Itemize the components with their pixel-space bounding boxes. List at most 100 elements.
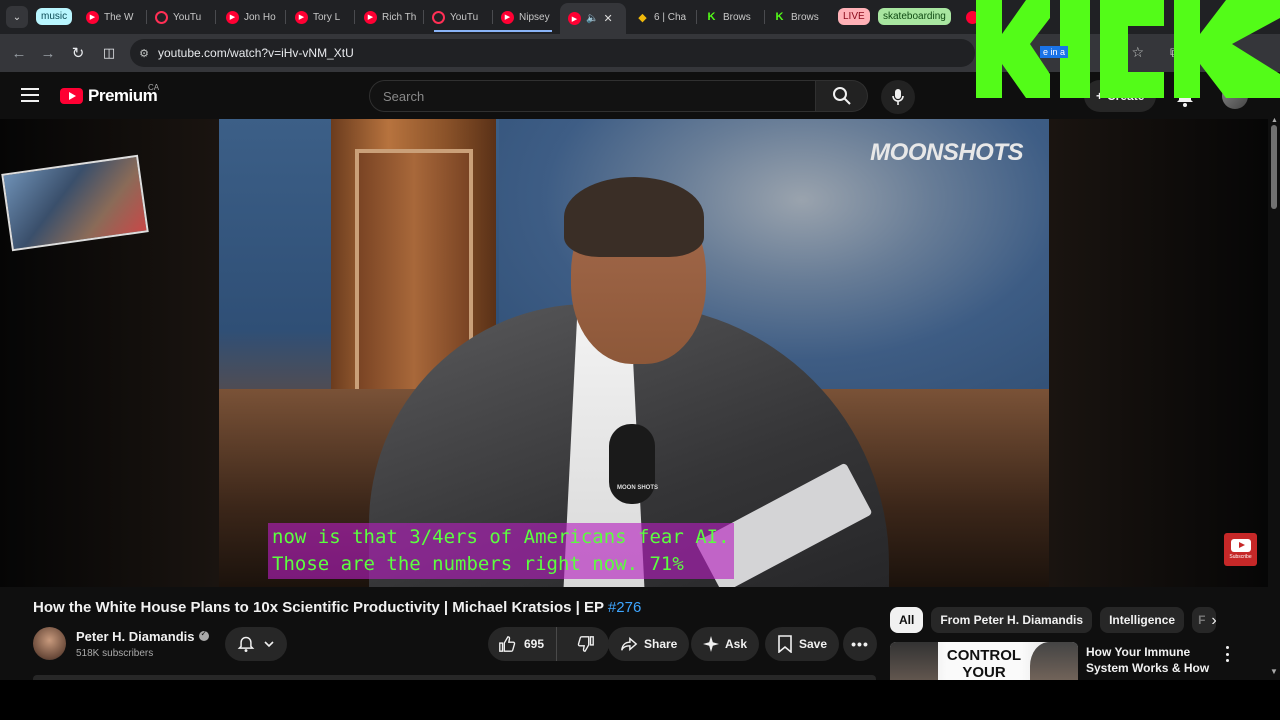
binance-icon: ◆ <box>638 11 647 24</box>
browser-tab[interactable]: ◆ 6 | Cha <box>636 5 690 29</box>
kick-icon: K <box>707 11 716 23</box>
back-icon[interactable]: ← <box>9 43 29 63</box>
player-side-fill <box>1049 119 1268 587</box>
recommended-video-title[interactable]: How Your Immune System Works & How t... <box>1086 644 1222 680</box>
verified-badge-icon <box>198 629 209 641</box>
kick-logo-overlay: e in a <box>976 0 1280 98</box>
like-button[interactable]: 695 <box>488 627 558 661</box>
tab-separator <box>423 10 424 24</box>
browser-tab[interactable]: K Brows <box>705 5 757 29</box>
scroll-up-arrow-icon[interactable]: ▲ <box>1271 117 1278 124</box>
browser-tab[interactable]: ▶ Nipsey <box>501 5 553 29</box>
episode-hashtag-link[interactable]: #276 <box>608 599 641 616</box>
share-button[interactable]: Share <box>608 627 690 661</box>
browser-tab[interactable]: YouTu <box>155 5 209 29</box>
browser-tab[interactable]: YouTu <box>432 5 486 29</box>
tab-search-chevron-icon[interactable]: ⌄ <box>6 6 28 28</box>
tab-separator <box>354 10 355 24</box>
microphone-icon <box>892 89 904 105</box>
captions: now is that 3/4ers of Americans fear AI.… <box>268 523 734 581</box>
like-dislike-group: 695 <box>488 627 610 661</box>
voice-search-button[interactable] <box>881 80 915 114</box>
chevron-down-icon <box>264 641 274 648</box>
subscriber-count: 518K subscribers <box>76 648 154 659</box>
ask-button[interactable]: Ask <box>691 627 760 661</box>
youtube-music-icon <box>155 10 168 24</box>
watch-metadata: How the White House Plans to 10x Scienti… <box>0 587 1268 680</box>
url-text: youtube.com/watch?v=iHv-vNM_XtU <box>158 46 354 60</box>
channel-watermark: MOONSHOTS <box>870 139 1023 166</box>
youtube-music-icon <box>432 10 445 24</box>
chip-intelligence[interactable]: Intelligence <box>1100 607 1185 633</box>
browser-tab[interactable]: ▶ The W <box>86 5 138 29</box>
caption-line: Those are the numbers right now. 71% <box>272 553 684 575</box>
chevron-right-icon[interactable]: › <box>1202 610 1226 632</box>
tab-group-music[interactable]: music <box>36 8 73 25</box>
more-actions-button[interactable]: ••• <box>843 627 877 661</box>
speaker-hair <box>564 177 704 257</box>
bookmark-icon <box>778 635 792 653</box>
related-filter-chips: All From Peter H. Diamandis Intelligence… <box>890 607 1217 633</box>
video-player[interactable]: MOONSHOTS MOON SHOTS now is that 3/4ers … <box>0 119 1268 587</box>
share-icon <box>621 637 638 651</box>
split-view-icon[interactable]: ◫ <box>99 43 119 63</box>
youtube-icon: ▶ <box>364 10 377 24</box>
tab-group-skateboarding[interactable]: skateboarding <box>878 8 951 25</box>
kick-icon: K <box>775 11 784 23</box>
channel-avatar[interactable] <box>33 627 66 660</box>
search-input[interactable] <box>370 81 815 111</box>
browser-tab[interactable]: ▶ Tory L <box>295 5 347 29</box>
page-scrollbar[interactable]: ▲ ▼ <box>1268 117 1280 680</box>
microphone-label: MOON SHOTS <box>617 485 659 491</box>
tab-close-icon[interactable]: ✕ <box>603 12 612 25</box>
caption-line: now is that 3/4ers of Americans fear AI. <box>272 526 730 548</box>
browser-tab[interactable]: ▶ Jon Ho <box>226 5 278 29</box>
kebab-menu-icon[interactable] <box>1221 646 1233 662</box>
reload-icon[interactable]: ↻ <box>68 43 88 63</box>
site-info-icon[interactable]: ⚙ <box>130 47 158 60</box>
search-button[interactable] <box>816 80 868 112</box>
address-bar[interactable]: ⚙ youtube.com/watch?v=iHv-vNM_XtU <box>130 39 975 67</box>
speaker-icon[interactable]: 🔈 <box>586 13 598 24</box>
youtube-icon: ▶ <box>501 10 514 24</box>
browser-tab[interactable]: ▶ Rich Th <box>364 5 416 29</box>
tab-separator <box>146 10 147 24</box>
youtube-premium-logo[interactable]: Premium CA <box>60 83 160 106</box>
region-code: CA <box>148 83 160 92</box>
tab-separator <box>696 10 697 24</box>
channel-name[interactable]: Peter H. Diamandis <box>76 629 209 644</box>
dislike-button[interactable] <box>563 627 609 661</box>
thumbs-up-icon <box>499 636 516 652</box>
youtube-icon: ▶ <box>295 10 308 24</box>
tab-separator <box>285 10 286 24</box>
scroll-down-arrow-icon[interactable]: ▼ <box>1270 667 1278 676</box>
chip-from-channel[interactable]: From Peter H. Diamandis <box>931 607 1093 633</box>
search-icon <box>832 87 851 105</box>
search-box <box>369 80 816 112</box>
video-title: How the White House Plans to 10x Scienti… <box>33 599 642 616</box>
thumbs-down-icon <box>577 636 594 652</box>
thumbnail-person-left <box>890 642 938 680</box>
save-button[interactable]: Save <box>765 627 840 661</box>
tab-group-live[interactable]: LIVE <box>838 8 870 25</box>
tab-separator <box>215 10 216 24</box>
like-count: 695 <box>524 637 545 651</box>
notification-settings-button[interactable] <box>225 627 287 661</box>
youtube-icon: ▶ <box>226 10 239 24</box>
guide-menu-icon[interactable] <box>21 88 39 102</box>
forward-icon[interactable]: → <box>38 43 58 63</box>
chip-all[interactable]: All <box>890 607 924 633</box>
tab-group-underline <box>434 30 552 32</box>
browser-tab[interactable]: K Brows <box>773 5 825 29</box>
subscribe-watermark-button[interactable]: Subscribe <box>1224 533 1257 566</box>
sparkle-icon <box>703 636 719 652</box>
scrollbar-thumb[interactable] <box>1271 125 1277 209</box>
active-browser-tab[interactable]: ▶ 🔈 ✕ <box>560 3 626 34</box>
youtube-subscribe-icon <box>1230 539 1251 552</box>
kick-letters-graphic <box>976 0 1280 98</box>
bell-icon <box>237 636 255 653</box>
recommended-video-thumbnail[interactable]: CONTROL YOUR <box>890 642 1078 680</box>
recommended-video[interactable]: CONTROL YOUR How Your Immune System Work… <box>890 642 1260 680</box>
youtube-icon: ▶ <box>568 12 581 25</box>
caption-box: now is that 3/4ers of Americans fear AI.… <box>268 523 734 579</box>
